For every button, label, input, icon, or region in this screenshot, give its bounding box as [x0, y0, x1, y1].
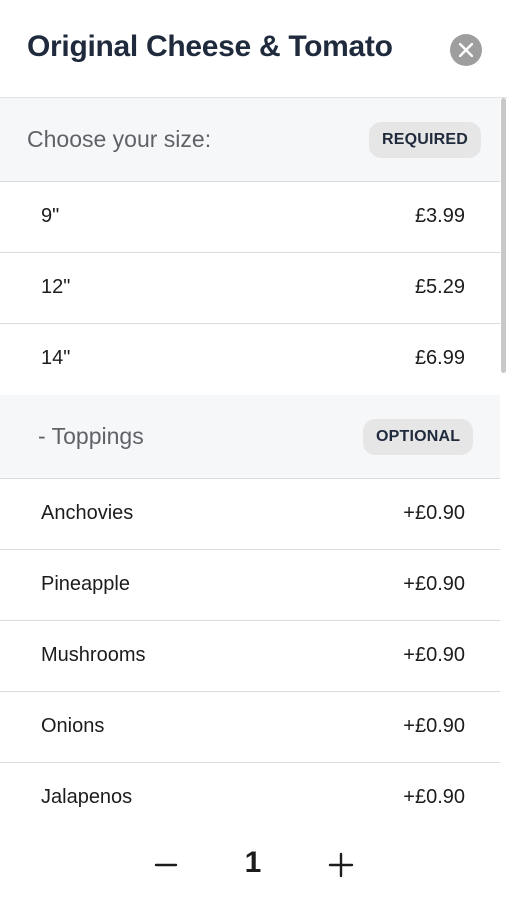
options-scroll-area[interactable]: Choose your size: REQUIRED 9" £3.99 12" … [0, 98, 507, 820]
size-option-12[interactable]: 12" £5.29 [0, 253, 500, 324]
size-option-label: 9" [41, 205, 60, 227]
topping-option-price: +£0.90 [403, 573, 465, 595]
decrease-quantity-button[interactable] [146, 845, 186, 885]
minus-icon [154, 863, 178, 867]
size-section-header: Choose your size: REQUIRED [0, 98, 500, 182]
size-option-price: £6.99 [414, 347, 465, 369]
topping-option-label: Pineapple [41, 573, 130, 595]
size-option-9[interactable]: 9" £3.99 [0, 182, 500, 253]
toppings-section-label: - Toppings [38, 423, 144, 449]
item-title: Original Cheese & Tomato [27, 30, 393, 63]
topping-option-jalapenos[interactable]: Jalapenos +£0.90 [0, 763, 500, 820]
topping-option-label: Jalapenos [41, 786, 133, 808]
topping-option-onions[interactable]: Onions +£0.90 [0, 692, 500, 763]
size-option-14[interactable]: 14" £6.99 [0, 324, 500, 395]
scrollbar[interactable] [501, 98, 506, 373]
size-section-label: Choose your size: [27, 126, 212, 152]
size-option-label: 14" [41, 347, 71, 369]
increase-quantity-button[interactable] [321, 845, 361, 885]
quantity-footer: 1 [0, 820, 507, 900]
topping-option-pineapple[interactable]: Pineapple +£0.90 [0, 550, 500, 621]
size-option-price: £3.99 [414, 205, 465, 227]
topping-option-label: Anchovies [41, 502, 134, 524]
size-option-label: 12" [41, 276, 71, 298]
topping-option-anchovies[interactable]: Anchovies +£0.90 [0, 479, 500, 550]
topping-option-price: +£0.90 [403, 786, 465, 808]
close-button[interactable] [450, 34, 482, 66]
topping-option-label: Onions [41, 715, 105, 737]
topping-option-label: Mushrooms [41, 644, 146, 666]
quantity-value: 1 [244, 846, 262, 879]
required-badge: REQUIRED [369, 122, 482, 158]
plus-icon [328, 852, 354, 878]
close-icon [459, 43, 473, 57]
size-option-price: £5.29 [414, 276, 465, 298]
topping-option-price: +£0.90 [403, 644, 465, 666]
topping-option-price: +£0.90 [403, 502, 465, 524]
topping-option-mushrooms[interactable]: Mushrooms +£0.90 [0, 621, 500, 692]
modal-header: Original Cheese & Tomato [0, 0, 507, 98]
topping-option-price: +£0.90 [403, 715, 465, 737]
optional-badge: OPTIONAL [363, 419, 474, 455]
toppings-section-header[interactable]: - Toppings OPTIONAL [0, 395, 500, 479]
